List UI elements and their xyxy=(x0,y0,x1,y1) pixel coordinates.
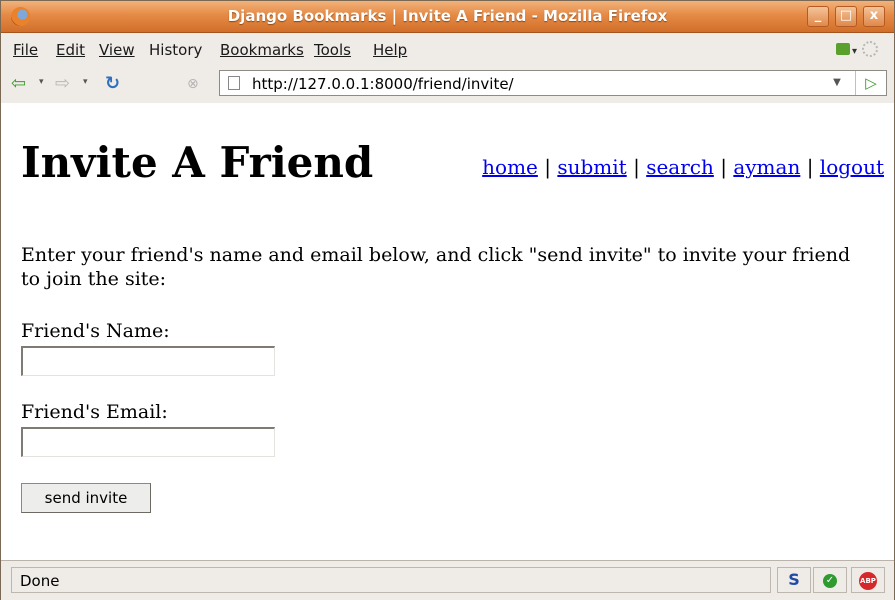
stop-icon[interactable]: ⊗ xyxy=(187,74,199,94)
menu-edit-label: Edit xyxy=(56,41,86,59)
activity-throbber-icon xyxy=(862,41,878,57)
name-field[interactable] xyxy=(21,346,275,376)
menu-tools-label: Tools xyxy=(314,41,351,59)
nav-separator: | xyxy=(633,155,640,179)
site-nav: home | submit | search | ayman | logout xyxy=(482,155,884,179)
addon-dropdown-icon[interactable]: ▾ xyxy=(852,46,857,57)
forward-dropdown-icon[interactable]: ▾ xyxy=(83,77,88,87)
title-bar[interactable]: Django Bookmarks | Invite A Friend - Moz… xyxy=(1,1,894,33)
nav-separator: | xyxy=(544,155,551,179)
page-title: Invite A Friend xyxy=(21,138,374,187)
name-label: Friend's Name: xyxy=(21,320,170,342)
browser-window: Django Bookmarks | Invite A Friend - Moz… xyxy=(0,0,895,600)
minimize-button[interactable]: _ xyxy=(807,6,829,27)
email-label: Friend's Email: xyxy=(21,401,168,423)
nav-separator: | xyxy=(720,155,727,179)
menu-help-label: Help xyxy=(373,41,408,59)
s-icon[interactable]: S xyxy=(777,567,811,593)
menu-file[interactable]: File xyxy=(13,41,38,59)
url-text[interactable]: http://127.0.0.1:8000/friend/invite/ xyxy=(252,75,514,93)
menu-bookmarks[interactable]: Bookmarks xyxy=(220,41,304,59)
close-button[interactable]: x xyxy=(863,6,885,27)
menu-history-label: History xyxy=(149,41,203,59)
maximize-button[interactable]: □ xyxy=(835,6,857,27)
nav-link-search[interactable]: search xyxy=(646,155,714,179)
back-dropdown-icon[interactable]: ▾ xyxy=(39,77,44,87)
adblock-icon[interactable]: ABP xyxy=(851,567,885,593)
status-text: Done xyxy=(11,567,771,593)
reload-icon[interactable]: ↻ xyxy=(105,74,120,94)
page-viewport: Invite A Friend home | submit | search |… xyxy=(1,103,894,560)
navigation-toolbar: ⇦ ▾ ⇨ ▾ ↻ ⊗ http://127.0.0.1:8000/friend… xyxy=(1,65,894,104)
nav-link-home[interactable]: home xyxy=(482,155,538,179)
firefox-icon[interactable] xyxy=(11,7,30,26)
forward-arrow-icon[interactable]: ⇨ xyxy=(55,74,70,94)
send-invite-button[interactable]: send invite xyxy=(21,483,151,513)
check-icon[interactable]: ✓ xyxy=(813,567,847,593)
addon-area: ▾ xyxy=(836,40,886,60)
url-dropdown-icon[interactable]: ▼ xyxy=(828,71,846,95)
back-arrow-icon[interactable]: ⇦ xyxy=(11,74,26,94)
nav-link-submit[interactable]: submit xyxy=(557,155,626,179)
menu-history[interactable]: History xyxy=(149,41,202,59)
url-bar[interactable]: http://127.0.0.1:8000/friend/invite/ ▼ ▷ xyxy=(219,70,887,96)
nav-link-logout[interactable]: logout xyxy=(820,155,884,179)
menu-help[interactable]: Help xyxy=(373,41,407,59)
menu-file-label: File xyxy=(13,41,39,59)
page-icon xyxy=(228,76,240,90)
intro-text: Enter your friend's name and email below… xyxy=(21,244,851,290)
menu-bar: File Edit View History Bookmarks Tools H… xyxy=(1,33,894,65)
go-arrow-icon[interactable]: ▷ xyxy=(855,71,886,95)
addon-basket-icon[interactable] xyxy=(836,43,850,55)
nav-separator: | xyxy=(806,155,814,179)
email-field[interactable] xyxy=(21,427,275,457)
menu-bookmarks-label: Bookmarks xyxy=(220,41,304,59)
nav-link-user[interactable]: ayman xyxy=(733,155,800,179)
menu-view-label: View xyxy=(99,41,135,59)
window-title: Django Bookmarks | Invite A Friend - Moz… xyxy=(227,7,668,25)
menu-edit[interactable]: Edit xyxy=(56,41,85,59)
status-bar: Done S ✓ ABP xyxy=(1,560,894,600)
menu-tools[interactable]: Tools xyxy=(314,41,351,59)
menu-view[interactable]: View xyxy=(99,41,135,59)
